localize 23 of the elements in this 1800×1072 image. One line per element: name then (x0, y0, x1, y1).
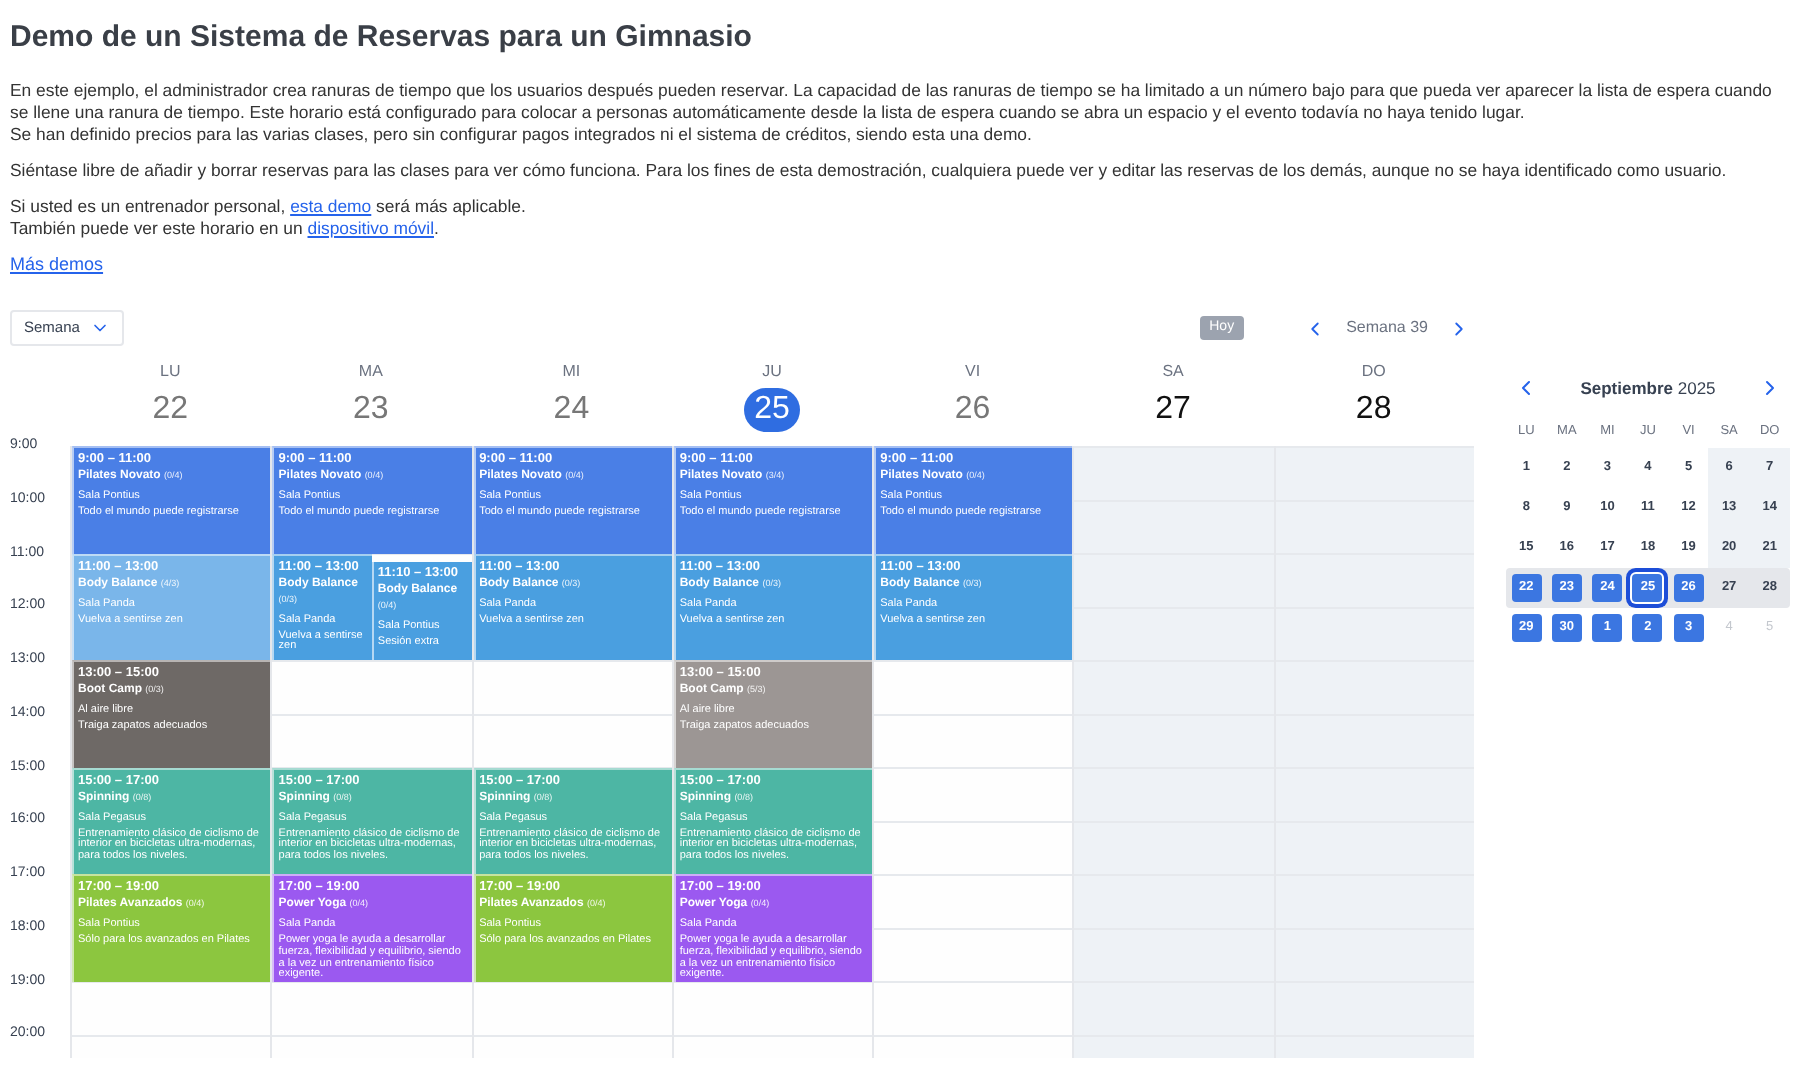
day-number[interactable]: 28 (1345, 388, 1402, 432)
day-number[interactable]: 23 (343, 388, 399, 432)
link[interactable]: esta demo (290, 196, 372, 216)
weekday-label: DO (1361, 362, 1386, 382)
page-title: Demo de un Sistema de Reservas para un Gimnasio (10, 18, 754, 58)
paragraph: En este ejemplo, el administrador crea ranuras de tiempo que los usuarios después pueden reservar. La capacidad de las ranuras de tiempo se ha limitado a un número bajo para que pueda ver aparecer la lista de espera cuando se llene una ranura de tiempo. Este horario está configurado para colocar a personas automáticamente desde la lista de espera cuando se abra un espacio y el evento todavía no haya tenido lugar. Se han definido precios para las varias clases, pero sin configurar pagos integrados ni el sistema de créditos, siendo esta una demo. (10, 80, 1774, 146)
more-demos-link[interactable]: Más demos (10, 254, 104, 276)
link[interactable]: dispositivo móvil (307, 218, 434, 238)
day-number[interactable]: 25 (744, 388, 800, 432)
weekday-label: LU (160, 362, 181, 382)
day-number[interactable]: 27 (1145, 388, 1201, 432)
month-title: Septiembre 2025 (1580, 376, 1716, 402)
weekday-label: JU (762, 362, 782, 382)
weekday-label: MA (358, 362, 383, 382)
paragraph: Siéntase libre de añadir y borrar reservas para las clases para ver cómo funciona. Para los fines de esta demostración, cualquiera puede ver y editar las reservas de los demás, aunque no se haya identificado como usuario. (10, 160, 1729, 182)
weekday-label: VI (964, 362, 981, 382)
weekday-label: SA (1162, 362, 1184, 382)
weekday-label: MI (562, 362, 581, 382)
week-label: Semana 39 (1346, 316, 1428, 340)
paragraph: Si usted es un entrenador personal, esta demo será más aplicable. También puede ver este horario en un dispositivo móvil. (10, 196, 528, 240)
day-number[interactable]: 24 (543, 388, 600, 432)
day-number[interactable]: 26 (944, 388, 1001, 432)
day-number[interactable]: 22 (142, 388, 199, 432)
